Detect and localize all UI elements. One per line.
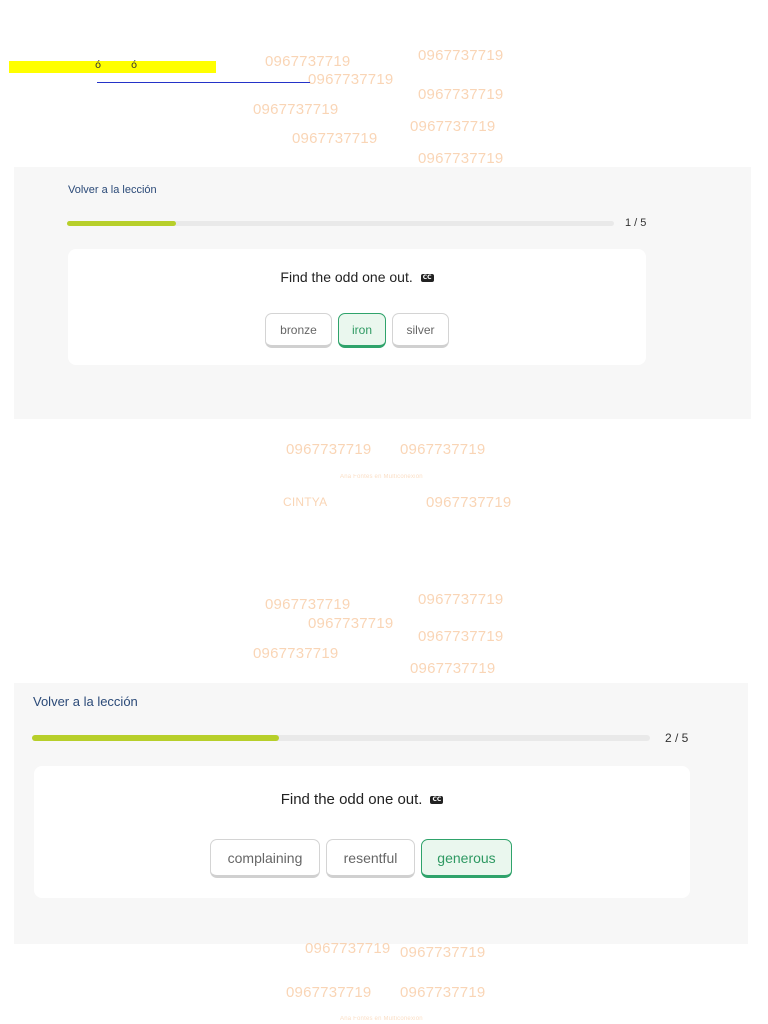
back-to-lesson-link[interactable]: Volver a la lección [68, 184, 157, 196]
watermark-phone: 0967737719 [286, 984, 372, 1001]
watermark-phone: 0967737719 [305, 940, 391, 957]
progress-fill [32, 735, 280, 741]
highlight-strip: ó ó [9, 60, 216, 73]
watermark-phone: 0967737719 [410, 660, 496, 677]
watermark-phone: 0967737719 [292, 130, 378, 147]
option-button[interactable]: silver [392, 313, 449, 348]
highlight-glyph: ó [131, 60, 138, 71]
progress-counter: 1 / 5 [625, 217, 647, 229]
watermark-phone: 0967737719 [400, 944, 486, 961]
caption-icon[interactable]: CC [420, 274, 434, 283]
watermark-phone: 0967737719 [253, 101, 339, 118]
progress-counter: 2 / 5 [665, 731, 689, 745]
option-button[interactable]: bronze [265, 313, 332, 348]
back-to-lesson-link[interactable]: Volver a la lección [33, 694, 138, 709]
watermark-phone: 0967737719 [265, 53, 351, 70]
watermark-phone: 0967737719 [400, 441, 486, 458]
caption-icon[interactable]: CC [430, 796, 444, 805]
watermark-phone: 0967737719 [418, 150, 504, 167]
progress-fill [67, 221, 177, 226]
answer-options: bronze iron silver [265, 313, 449, 348]
progress-bar [32, 735, 650, 741]
question-text: Find the odd one out. [280, 269, 413, 285]
option-button[interactable]: resentful [326, 839, 415, 878]
question-prompt: Find the odd one out. CC [68, 269, 646, 285]
progress-bar [67, 221, 614, 226]
watermark-phone: 0967737719 [308, 71, 394, 88]
watermark-phone: 0967737719 [418, 86, 504, 103]
watermark-small-text: Ana Fontes en Multiconexión [340, 1016, 423, 1022]
option-button[interactable]: complaining [210, 839, 320, 878]
watermark-phone: 0967737719 [400, 984, 486, 1001]
watermark-phone: 0967737719 [286, 441, 372, 458]
watermark-phone: 0967737719 [426, 494, 512, 511]
watermark-phone: 0967737719 [418, 628, 504, 645]
question-prompt: Find the odd one out. CC [34, 791, 690, 808]
highlight-glyph: ó [95, 60, 102, 71]
question-text: Find the odd one out. [280, 791, 423, 808]
watermark-phone: 0967737719 [418, 47, 504, 64]
watermark-phone: 0967737719 [265, 596, 351, 613]
underline-divider [97, 82, 310, 83]
exercise-panel-1: Volver a la lección 1 / 5 Find the odd o… [14, 167, 751, 419]
watermark-name: CINTYA [283, 495, 328, 509]
watermark-phone: 0967737719 [410, 118, 496, 135]
exercise-panel-2: Volver a la lección 2 / 5 Find the odd o… [14, 683, 748, 944]
watermark-small-text: Ana Fontes en Multiconexión [340, 474, 423, 480]
option-button-selected[interactable]: iron [338, 313, 386, 348]
answer-options: complaining resentful generous [210, 839, 512, 878]
question-card: Find the odd one out. CC complaining rese… [34, 766, 690, 898]
watermark-phone: 0967737719 [253, 645, 339, 662]
watermark-phone: 0967737719 [418, 591, 504, 608]
option-button-selected[interactable]: generous [421, 839, 512, 878]
watermark-phone: 0967737719 [308, 615, 394, 632]
question-card: Find the odd one out. CC bronze iron silv… [68, 249, 646, 365]
